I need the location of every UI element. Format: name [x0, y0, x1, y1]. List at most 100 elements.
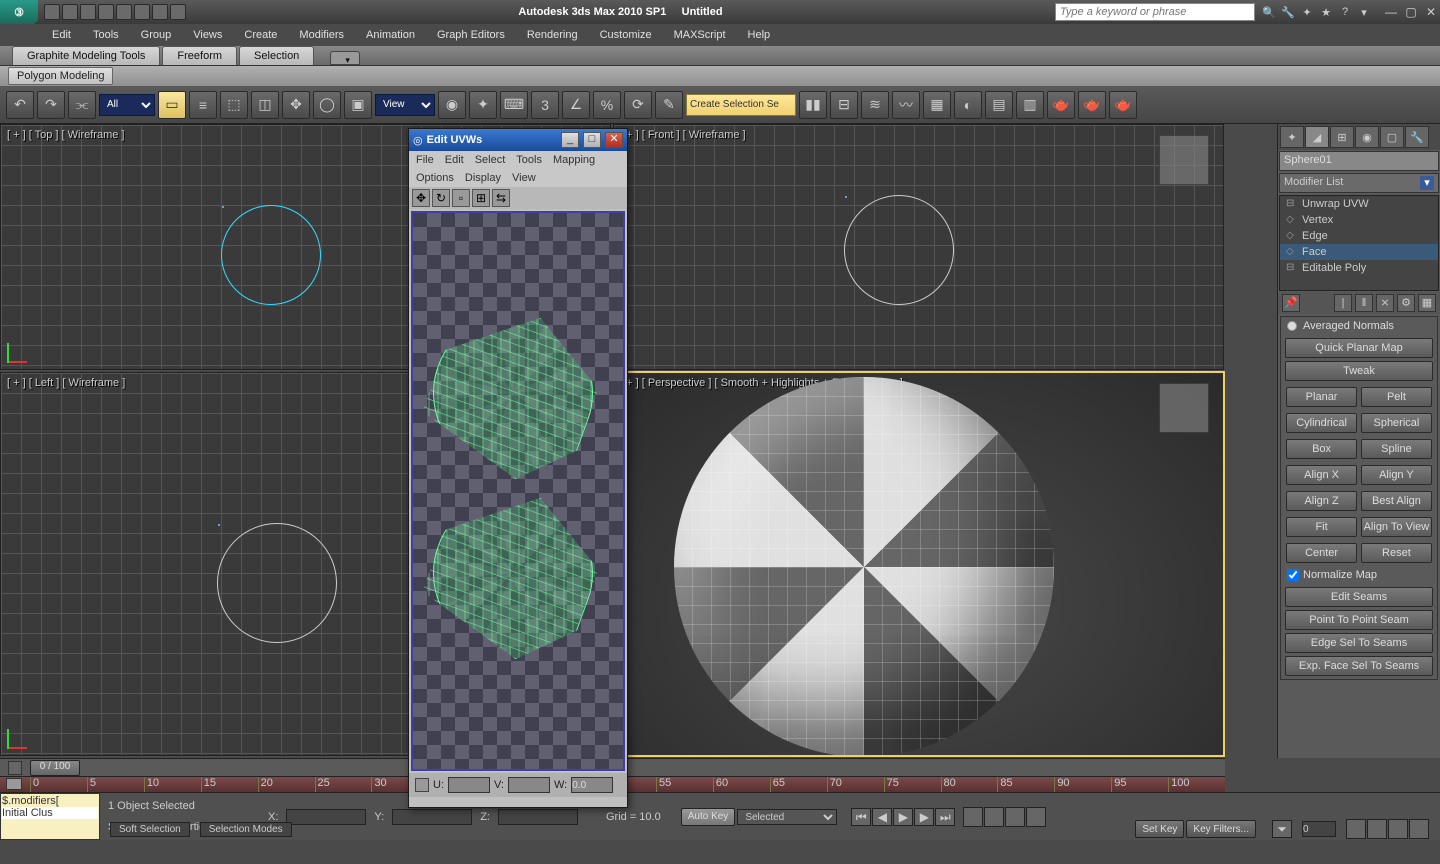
qat-new-icon[interactable] — [44, 4, 60, 20]
viewport-label[interactable]: [ + ] [ Top ] [ Wireframe ] — [7, 129, 124, 141]
cylindrical-button[interactable]: Cylindrical — [1286, 413, 1358, 433]
modifier-list-dropdown[interactable]: Modifier List▾ — [1279, 173, 1439, 193]
stack-vertex[interactable]: Vertex — [1280, 212, 1438, 228]
minimize-button[interactable]: — — [1382, 5, 1400, 19]
link-icon[interactable]: ⫘ — [68, 91, 96, 119]
tab-display-icon[interactable]: ▢ — [1380, 126, 1404, 148]
configure-sets-icon[interactable]: ⚙ — [1397, 294, 1415, 312]
menu-grapheditors[interactable]: Graph Editors — [427, 27, 515, 43]
move-icon[interactable]: ✥ — [282, 91, 310, 119]
key-filters-button[interactable]: Key Filters... — [1186, 820, 1256, 838]
uvw-close-button[interactable]: ✕ — [605, 132, 623, 148]
reset-button[interactable]: Reset — [1361, 543, 1433, 563]
center-button[interactable]: Center — [1286, 543, 1358, 563]
viewcube-icon[interactable] — [1159, 383, 1209, 433]
mirror-icon[interactable]: ▮▮ — [799, 91, 827, 119]
align-x-button[interactable]: Align X — [1286, 465, 1358, 485]
uvw-menu-view[interactable]: View — [507, 171, 541, 185]
tab-selection[interactable]: Selection — [239, 46, 314, 65]
ref-coord-dropdown[interactable]: View — [375, 94, 435, 116]
viewport-label[interactable]: [ + ] [ Left ] [ Wireframe ] — [7, 377, 125, 389]
uvw-menu-tools[interactable]: Tools — [511, 153, 547, 167]
app-menu-icon[interactable]: ③ — [0, 0, 38, 24]
maxscript-listener[interactable]: $.modifiers[ Initial Clus — [0, 793, 100, 840]
menu-group[interactable]: Group — [131, 27, 182, 43]
align-icon[interactable]: ⊟ — [830, 91, 858, 119]
uvw-menu-edit[interactable]: Edit — [440, 153, 469, 167]
qat-undo-icon[interactable] — [98, 4, 114, 20]
object-name-field[interactable]: Sphere01 — [1279, 151, 1439, 171]
fit-button[interactable]: Fit — [1286, 517, 1358, 537]
face-sel-to-seams-button[interactable]: Exp. Face Sel To Seams — [1285, 656, 1433, 676]
rfw-icon[interactable]: ▥ — [1016, 91, 1044, 119]
snap-3d-icon[interactable]: 3 — [531, 91, 559, 119]
zoom-all-icon[interactable] — [1367, 819, 1387, 839]
menu-rendering[interactable]: Rendering — [517, 27, 588, 43]
timeslider-toggle-icon[interactable] — [8, 761, 22, 775]
uvw-lock-icon[interactable] — [415, 778, 429, 792]
edge-sel-to-seams-button[interactable]: Edge Sel To Seams — [1285, 633, 1433, 653]
viewport-label[interactable]: [ + ] [ Front ] [ Wireframe ] — [620, 129, 746, 141]
select-object-icon[interactable]: ▭ — [158, 91, 186, 119]
tab-modify-icon[interactable]: ◢ — [1305, 126, 1329, 148]
stack-face[interactable]: Face — [1280, 244, 1438, 260]
qat-redo-drop-icon[interactable] — [152, 4, 168, 20]
rotate-icon[interactable]: ◯ — [313, 91, 341, 119]
uvw-canvas[interactable] — [411, 211, 625, 771]
current-frame-input[interactable] — [1302, 821, 1336, 837]
render-iter-icon[interactable]: 🫖 — [1078, 91, 1106, 119]
pin-stack-icon[interactable]: 📌 — [1282, 294, 1300, 312]
spherical-button[interactable]: Spherical — [1361, 413, 1433, 433]
time-slider-knob[interactable]: 0 / 100 — [30, 760, 80, 776]
uvw-titlebar[interactable]: ◎ Edit UVWs _ □ ✕ — [409, 129, 627, 151]
box-button[interactable]: Box — [1286, 439, 1358, 459]
percent-snap-icon[interactable]: % — [593, 91, 621, 119]
select-by-name-icon[interactable]: ≡ — [189, 91, 217, 119]
point-to-point-seam-button[interactable]: Point To Point Seam — [1285, 610, 1433, 630]
edit-seams-button[interactable]: Edit Seams — [1285, 587, 1433, 607]
show-end-result-icon[interactable]: | — [1334, 294, 1352, 312]
manipulate-icon[interactable]: ✦ — [469, 91, 497, 119]
uvw-mirror-icon[interactable]: ⇆ — [492, 189, 510, 207]
menu-create[interactable]: Create — [234, 27, 287, 43]
uv-island[interactable] — [411, 470, 616, 675]
make-unique-icon[interactable]: ‖ — [1355, 294, 1373, 312]
redo-icon[interactable]: ↷ — [37, 91, 65, 119]
qat-project-icon[interactable] — [170, 4, 186, 20]
polygon-modeling-panel[interactable]: Polygon Modeling — [8, 67, 113, 85]
viewcube-icon[interactable] — [1159, 135, 1209, 185]
named-selection-input[interactable] — [686, 94, 796, 116]
tab-freeform[interactable]: Freeform — [162, 46, 237, 65]
menu-modifiers[interactable]: Modifiers — [289, 27, 354, 43]
uvw-maximize-button[interactable]: □ — [583, 132, 601, 148]
align-to-view-button[interactable]: Align To View — [1361, 517, 1433, 537]
uvw-move-icon[interactable]: ✥ — [412, 189, 430, 207]
tab-hierarchy-icon[interactable]: ⊞ — [1330, 126, 1354, 148]
edit-uvws-window[interactable]: ◎ Edit UVWs _ □ ✕ File Edit Select Tools… — [408, 128, 628, 808]
normalize-map-checkbox[interactable]: Normalize Map — [1281, 566, 1437, 584]
stack-editable-poly[interactable]: Editable Poly — [1280, 260, 1438, 276]
uvw-menu-options[interactable]: Options — [411, 171, 459, 185]
menu-animation[interactable]: Animation — [356, 27, 425, 43]
remove-modifier-icon[interactable]: ⨯ — [1376, 294, 1394, 312]
tab-graphite-modeling[interactable]: Graphite Modeling Tools — [12, 46, 160, 65]
menu-views[interactable]: Views — [183, 27, 232, 43]
key-mode-icon[interactable]: ⏷ — [1272, 820, 1292, 838]
uvw-scale-icon[interactable]: ▫ — [452, 189, 470, 207]
rollout-area[interactable]: Averaged Normals Quick Planar Map Tweak … — [1278, 314, 1440, 758]
pelt-button[interactable]: Pelt — [1361, 387, 1433, 407]
soft-selection-group[interactable]: Soft Selection — [110, 822, 190, 837]
uvw-minimize-button[interactable]: _ — [561, 132, 579, 148]
align-z-button[interactable]: Align Z — [1286, 491, 1358, 511]
qat-undo-drop-icon[interactable] — [116, 4, 132, 20]
close-button[interactable]: ✕ — [1422, 5, 1440, 19]
spinner-snap-icon[interactable]: ⟳ — [624, 91, 652, 119]
uvw-u-input[interactable] — [448, 777, 490, 793]
undo-icon[interactable]: ↶ — [6, 91, 34, 119]
align-y-button[interactable]: Align Y — [1361, 465, 1433, 485]
qat-save-icon[interactable] — [80, 4, 96, 20]
planar-button[interactable]: Planar — [1286, 387, 1358, 407]
ribbon-minimize-button[interactable]: ▾ — [330, 51, 360, 65]
window-crossing-icon[interactable]: ◫ — [251, 91, 279, 119]
render-setup-icon[interactable]: ▤ — [985, 91, 1013, 119]
